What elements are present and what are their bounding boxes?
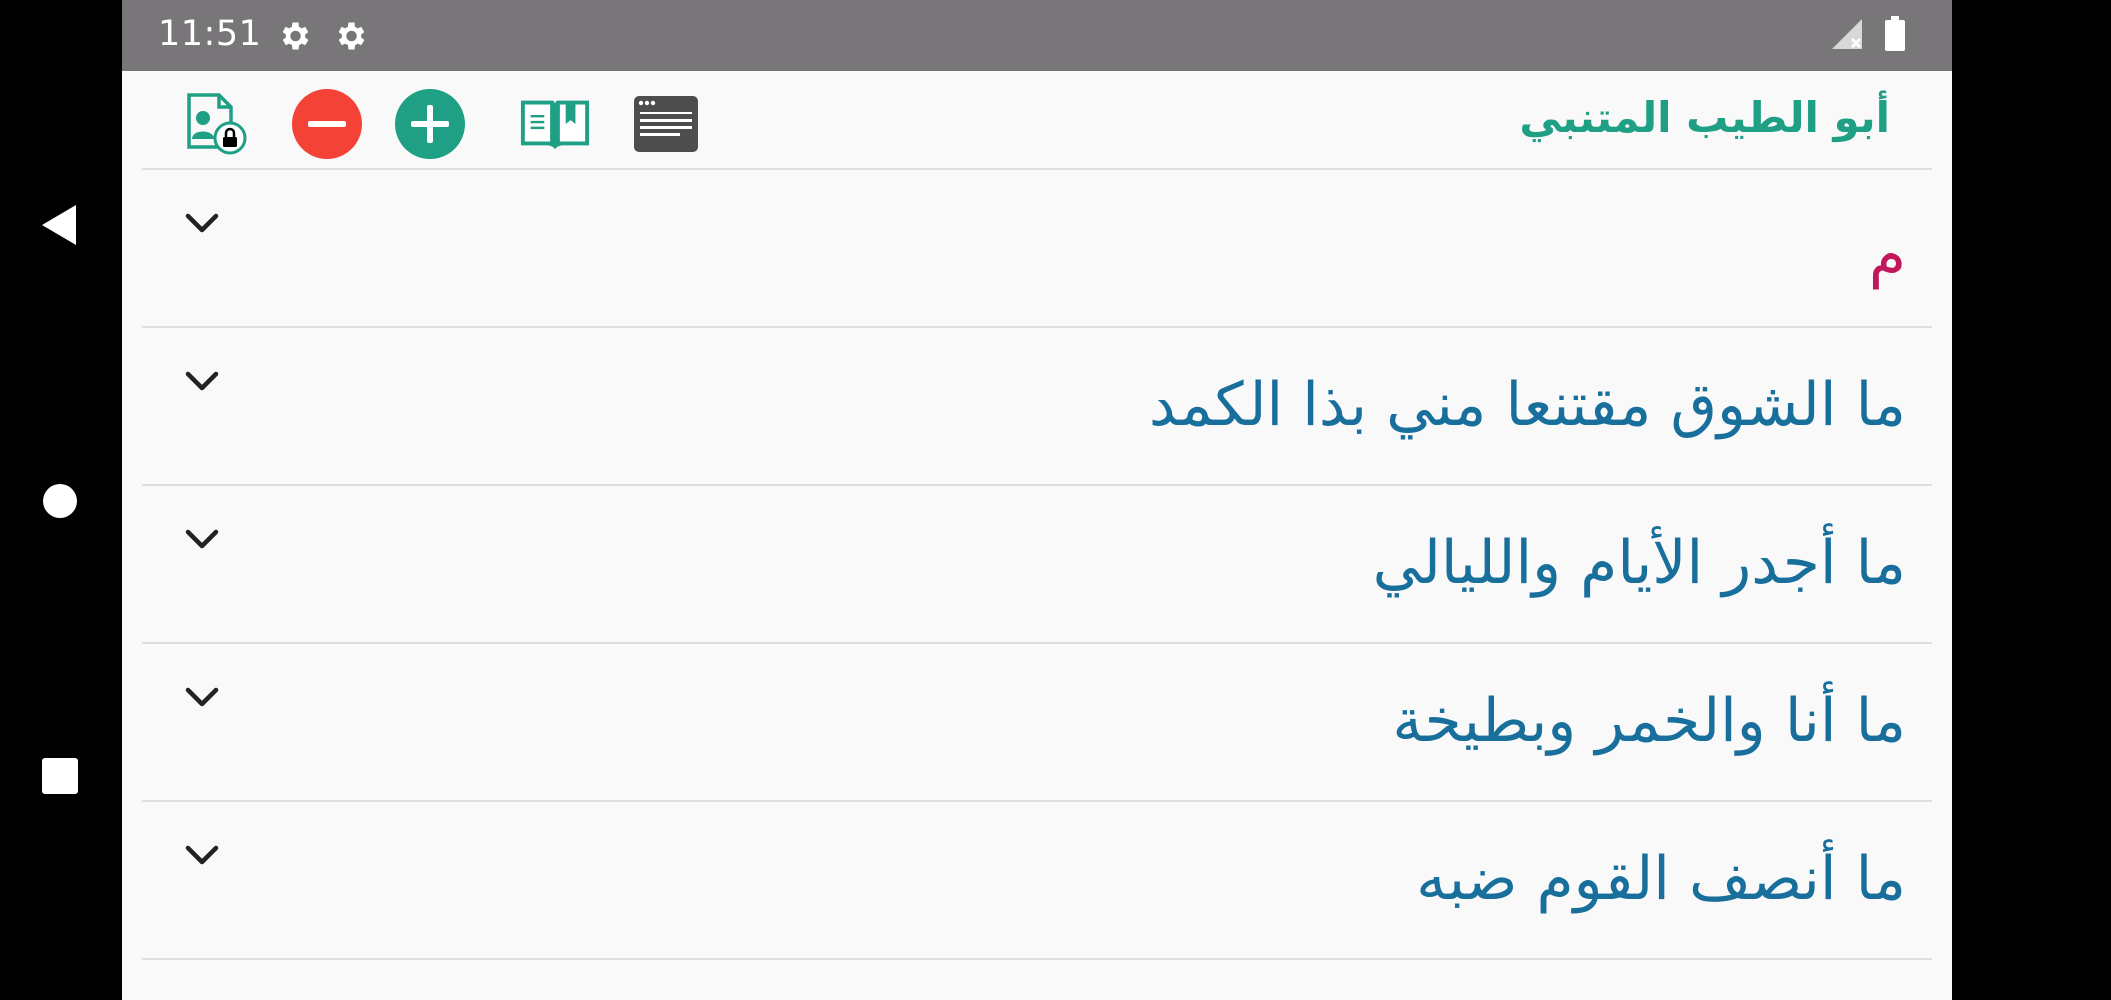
book-button[interactable] bbox=[519, 88, 591, 160]
list-item-label: ما أجدر الأيام والليالي bbox=[1372, 528, 1906, 598]
chevron-down-icon[interactable] bbox=[182, 682, 222, 712]
list-item[interactable]: ما الشوق مقتنعا مني بذا الكمد bbox=[142, 328, 1932, 486]
private-account-icon bbox=[187, 93, 247, 155]
poem-list: م ما الشوق مقتنعا مني بذا الكمد ما أجدر … bbox=[142, 170, 1932, 960]
home-icon bbox=[43, 484, 77, 518]
status-time: 11:51 bbox=[158, 14, 262, 54]
recents-button[interactable] bbox=[30, 746, 90, 806]
book-icon bbox=[520, 100, 590, 150]
list-item-label: م bbox=[1868, 220, 1906, 290]
browser-window-button[interactable] bbox=[630, 88, 702, 160]
private-account-button[interactable] bbox=[180, 88, 252, 160]
minus-circle-icon bbox=[292, 89, 362, 159]
list-item[interactable]: ما أجدر الأيام والليالي bbox=[142, 486, 1932, 644]
status-bar: 11:51 bbox=[122, 0, 1952, 71]
zoom-in-button[interactable] bbox=[394, 88, 466, 160]
status-right-icons bbox=[1830, 16, 1906, 52]
list-item-label: ما أنا والخمر وبطيخة bbox=[1392, 686, 1906, 756]
list-item[interactable]: ما أنا والخمر وبطيخة bbox=[142, 644, 1932, 802]
chevron-down-icon[interactable] bbox=[182, 208, 222, 238]
list-item-label: ما أنصف القوم ضبه bbox=[1416, 844, 1906, 914]
chevron-down-icon[interactable] bbox=[182, 524, 222, 554]
list-item[interactable]: ما أنصف القوم ضبه bbox=[142, 802, 1932, 960]
zoom-out-button[interactable] bbox=[291, 88, 363, 160]
battery-icon bbox=[1885, 16, 1905, 51]
device-frame: 11:51 أبو الطيب المتنبي م ما الشوق مقتنع… bbox=[0, 0, 2111, 1000]
recents-icon bbox=[42, 758, 78, 794]
browser-window-icon bbox=[634, 96, 698, 152]
gear-icon bbox=[338, 22, 365, 50]
app-title: أبو الطيب المتنبي bbox=[1519, 93, 1890, 142]
back-icon bbox=[42, 205, 76, 245]
toolbar: أبو الطيب المتنبي bbox=[142, 71, 1932, 170]
system-nav-bar bbox=[0, 0, 122, 1000]
list-item-label: ما الشوق مقتنعا مني بذا الكمد bbox=[1148, 370, 1906, 440]
list-item[interactable]: م bbox=[142, 170, 1932, 328]
app-screen: 11:51 أبو الطيب المتنبي م ما الشوق مقتنع… bbox=[122, 0, 1952, 1000]
gear-icon bbox=[282, 22, 309, 50]
back-button[interactable] bbox=[30, 195, 90, 255]
plus-circle-icon bbox=[395, 89, 465, 159]
chevron-down-icon[interactable] bbox=[182, 840, 222, 870]
chevron-down-icon[interactable] bbox=[182, 366, 222, 396]
home-button[interactable] bbox=[30, 471, 90, 531]
signal-off-icon bbox=[1832, 19, 1862, 49]
